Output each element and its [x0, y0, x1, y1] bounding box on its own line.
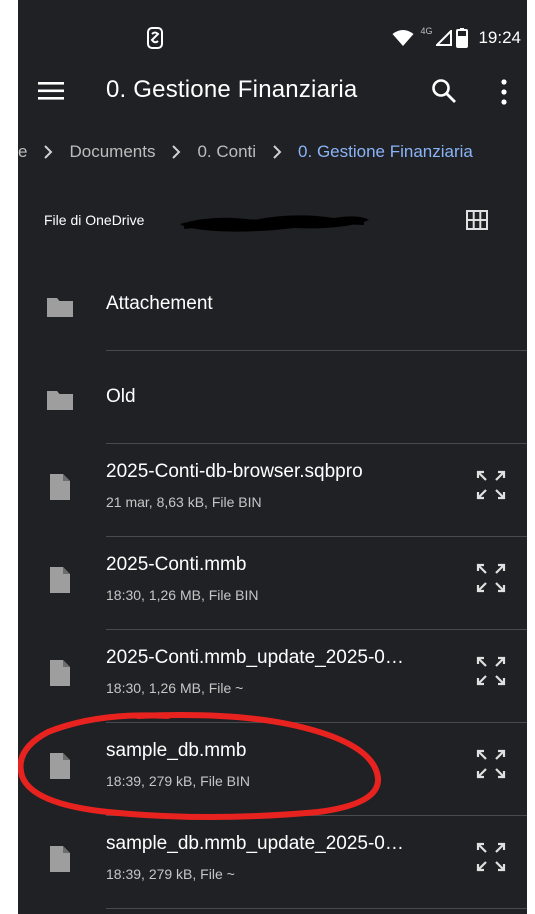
- chevron-right-icon: [172, 145, 181, 159]
- network-type: 4G: [420, 26, 433, 36]
- expand-icon[interactable]: [476, 842, 506, 872]
- menu-icon[interactable]: [38, 80, 64, 102]
- file-icon: [50, 753, 70, 779]
- redaction-scribble: [180, 215, 369, 232]
- breadcrumb-item-home[interactable]: e: [18, 142, 27, 162]
- file-icon: [50, 660, 70, 686]
- app-notification-icon: [147, 27, 163, 49]
- item-meta: 18:30, 1,26 MB, File BIN: [106, 587, 259, 603]
- grid-view-icon[interactable]: [466, 210, 488, 230]
- breadcrumb-item-conti[interactable]: 0. Conti: [197, 142, 256, 162]
- breadcrumb-item-documents[interactable]: Documents: [69, 142, 155, 162]
- expand-icon[interactable]: [476, 749, 506, 779]
- chevron-right-icon: [44, 145, 53, 159]
- item-meta: 18:39, 279 kB, File ~: [106, 866, 235, 882]
- item-name: sample_db.mmb_update_2025-0…: [106, 833, 404, 854]
- battery-icon: [456, 28, 469, 48]
- item-name: 2025-Conti.mmb: [106, 554, 247, 575]
- status-icons: 4G 19:24: [392, 24, 521, 52]
- file-icon: [50, 474, 70, 500]
- expand-icon[interactable]: [476, 470, 506, 500]
- app-bar: 0. Gestione Finanziaria: [18, 62, 527, 122]
- file-icon: [50, 567, 70, 593]
- list-item-file[interactable]: sample_db.mmb_update_2025-0… 18:39, 279 …: [18, 816, 527, 909]
- wifi-icon: [392, 30, 414, 46]
- list-item-folder-attachement[interactable]: Attachement: [18, 258, 527, 351]
- signal-icon: [436, 30, 453, 46]
- item-meta: 21 mar, 8,63 kB, File BIN: [106, 494, 262, 510]
- item-name: Attachement: [106, 293, 213, 314]
- item-name: Old: [106, 386, 136, 407]
- list-item-file[interactable]: 2025-Conti.mmb_update_2025-0… 18:30, 1,2…: [18, 630, 527, 723]
- expand-icon[interactable]: [476, 656, 506, 686]
- app-screen: 4G 19:24 0. Gestione Finanziaria e Docum…: [18, 0, 535, 914]
- right-margin: [527, 0, 535, 914]
- list-item-file-highlighted[interactable]: sample_db.mmb 18:39, 279 kB, File BIN: [18, 723, 527, 816]
- more-vert-icon[interactable]: [496, 78, 512, 106]
- chevron-right-icon: [273, 145, 282, 159]
- account-header: File di OneDrive: [44, 200, 524, 240]
- status-time: 19:24: [478, 28, 521, 47]
- divider: [106, 908, 527, 909]
- list-item-file[interactable]: 2025-Conti.mmb 18:30, 1,26 MB, File BIN: [18, 537, 527, 630]
- folder-icon: [47, 391, 73, 410]
- breadcrumb: e Documents 0. Conti 0. Gestione Finanzi…: [18, 130, 527, 174]
- file-icon: [50, 846, 70, 872]
- file-list: Attachement Old 2025-Conti-db-browser.sq…: [18, 258, 527, 909]
- account-label: File di OneDrive: [44, 212, 145, 228]
- folder-icon: [47, 298, 73, 317]
- status-bar: 4G 19:24: [18, 0, 527, 62]
- item-name: 2025-Conti.mmb_update_2025-0…: [106, 647, 404, 668]
- item-name: sample_db.mmb: [106, 740, 247, 761]
- item-meta: 18:30, 1,26 MB, File ~: [106, 680, 244, 696]
- breadcrumb-item-current[interactable]: 0. Gestione Finanziaria: [298, 142, 473, 162]
- list-item-folder-old[interactable]: Old: [18, 351, 527, 444]
- item-meta: 18:39, 279 kB, File BIN: [106, 773, 250, 789]
- page-title: 0. Gestione Finanziaria: [106, 76, 358, 103]
- search-icon[interactable]: [431, 78, 457, 104]
- item-name: 2025-Conti-db-browser.sqbpro: [106, 461, 363, 482]
- expand-icon[interactable]: [476, 563, 506, 593]
- list-item-file[interactable]: 2025-Conti-db-browser.sqbpro 21 mar, 8,6…: [18, 444, 527, 537]
